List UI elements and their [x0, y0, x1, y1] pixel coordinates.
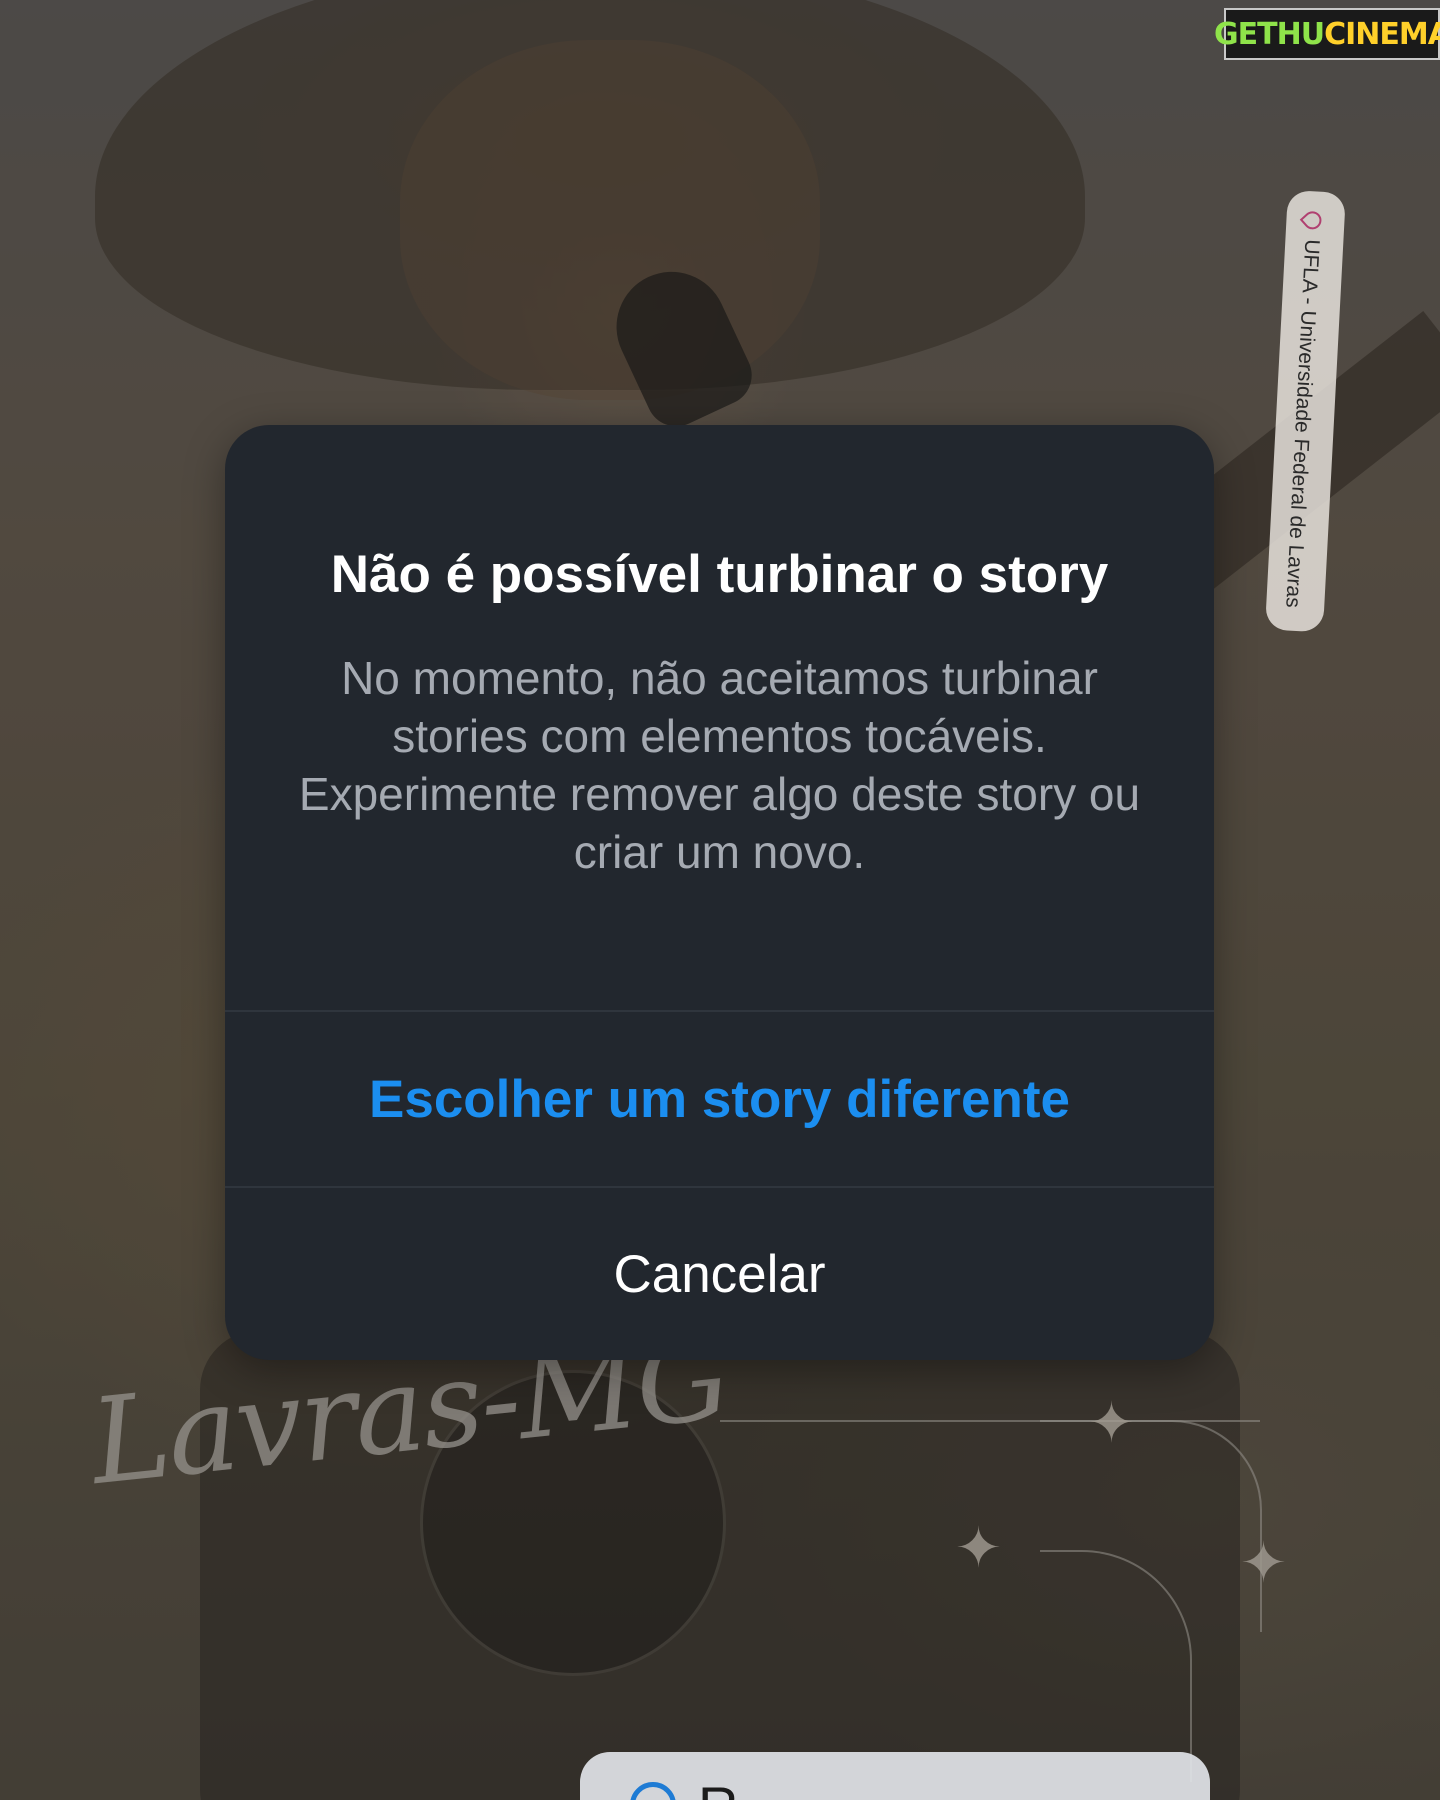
location-pin-icon: [1299, 207, 1326, 234]
dialog-body: Não é possível turbinar o story No momen…: [225, 425, 1214, 1010]
bottom-sticker-pill[interactable]: R: [580, 1752, 1210, 1800]
story-screen: Lavras-MG ✦ ✦ ✦ GETHU CINEMA UFLA - Unive…: [0, 0, 1440, 1800]
bottom-sticker-text: R: [698, 1774, 738, 1800]
location-sticker-label: UFLA - Universidade Federal de Lavras: [1281, 238, 1324, 609]
boost-error-dialog: Não é possível turbinar o story No momen…: [225, 425, 1214, 1360]
watermark-part1: GETHU: [1214, 16, 1325, 52]
location-sticker-content: UFLA - Universidade Federal de Lavras: [1280, 207, 1326, 609]
dialog-title: Não é possível turbinar o story: [330, 545, 1109, 604]
choose-different-story-button[interactable]: Escolher um story diferente: [225, 1012, 1214, 1186]
watermark-logo: GETHU CINEMA: [1214, 8, 1440, 60]
sticker-circle-icon: [630, 1782, 676, 1800]
cancel-button[interactable]: Cancelar: [225, 1188, 1214, 1360]
watermark-part2: CINEMA: [1324, 16, 1440, 52]
dialog-message: No momento, não aceitamos turbinar stori…: [298, 652, 1141, 878]
